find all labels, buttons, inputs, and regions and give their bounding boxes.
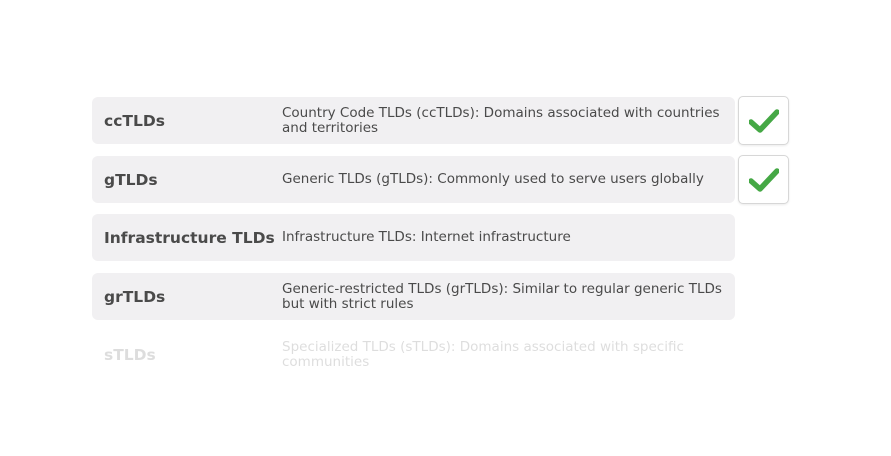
cctlds-checkbox[interactable] bbox=[738, 96, 789, 145]
tld-option-gtlds[interactable]: gTLDs Generic TLDs (gTLDs): Commonly use… bbox=[92, 156, 735, 203]
check-icon bbox=[748, 167, 779, 192]
tld-name: ccTLDs bbox=[104, 111, 165, 130]
tld-name: gTLDs bbox=[104, 170, 158, 189]
tld-option-cctlds[interactable]: ccTLDs Country Code TLDs (ccTLDs): Domai… bbox=[92, 97, 735, 144]
gtlds-checkbox[interactable] bbox=[738, 155, 789, 204]
tld-description: Specialized TLDs (sTLDs): Domains associ… bbox=[282, 338, 684, 370]
tld-option-stlds[interactable]: sTLDs Specialized TLDs (sTLDs): Domains … bbox=[92, 331, 735, 378]
tld-description: Infrastructure TLDs: Internet infrastruc… bbox=[282, 229, 571, 245]
tld-option-infrastructure-tlds[interactable]: Infrastructure TLDs Infrastructure TLDs:… bbox=[92, 214, 735, 261]
tld-description: Generic-restricted TLDs (grTLDs): Simila… bbox=[282, 280, 722, 312]
tld-name: Infrastructure TLDs bbox=[104, 228, 275, 247]
tld-description: Country Code TLDs (ccTLDs): Domains asso… bbox=[282, 104, 720, 136]
tld-option-grtlds[interactable]: grTLDs Generic-restricted TLDs (grTLDs):… bbox=[92, 273, 735, 320]
tld-name: grTLDs bbox=[104, 287, 166, 306]
tld-name: sTLDs bbox=[104, 345, 156, 364]
tld-description: Generic TLDs (gTLDs): Commonly used to s… bbox=[282, 171, 704, 187]
check-icon bbox=[748, 108, 779, 133]
